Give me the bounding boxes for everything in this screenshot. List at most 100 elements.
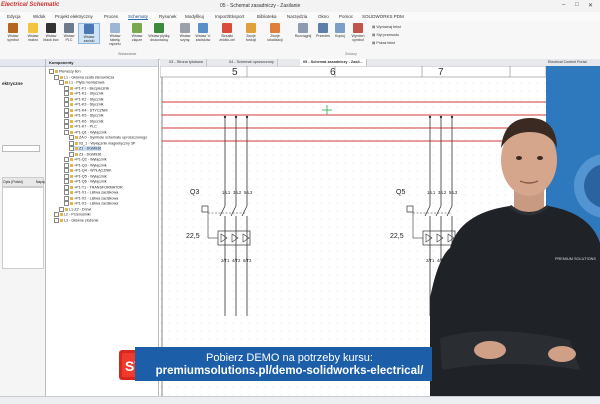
tab-simplified-schematic[interactable]: 04 - Schemat uproszczony: [226, 59, 278, 66]
expand-toggle-icon[interactable]: [64, 113, 69, 118]
expand-toggle-icon[interactable]: [64, 179, 69, 184]
tree-item[interactable]: +P1-Q4 - WYŁĄCZNIK: [64, 168, 112, 173]
insert-terminals-button[interactable]: Wstaw zaciski: [78, 23, 100, 44]
expand-toggle-icon[interactable]: [64, 129, 69, 135]
tree-item[interactable]: +P1-X2 - Listwa zaciskowa: [64, 195, 118, 201]
component-icon: [55, 70, 58, 73]
menu-draw[interactable]: Rysunek: [159, 14, 177, 19]
tree-item[interactable]: Z3 - DGM936: [69, 151, 101, 157]
expand-toggle-icon[interactable]: [69, 140, 74, 146]
menu-process[interactable]: Proces: [104, 14, 118, 19]
insert-n-terminals-button[interactable]: Wstaw 'n' zacisków: [194, 23, 212, 42]
expand-toggle-icon[interactable]: [69, 146, 74, 151]
expand-toggle-icon[interactable]: [64, 96, 69, 102]
expand-toggle-icon[interactable]: [64, 201, 69, 206]
tree-item[interactable]: +P1-K2 - Stycznik: [64, 96, 103, 102]
tree-item[interactable]: +P1-T1 - TRANSFORMATOR: [64, 184, 123, 190]
expand-toggle-icon[interactable]: [49, 69, 54, 74]
menu-help[interactable]: Pomoc: [339, 14, 353, 19]
promo-url[interactable]: premiumsolutions.pl/demo-solidworks-elec…: [147, 365, 432, 377]
location-outline-button[interactable]: Zwoje lokalizacji: [264, 23, 286, 42]
expand-toggle-icon[interactable]: [64, 157, 69, 162]
insert-pcb-button[interactable]: Wstaw płytkę drukowaną: [148, 23, 170, 42]
tree-item[interactable]: L1 - Płyta montażowa: [59, 80, 104, 85]
tree-item[interactable]: Z1 - DGM936: [69, 146, 102, 151]
tree-item[interactable]: +P1-Q3 - Wyłącznik: [64, 162, 107, 168]
tree-item[interactable]: L1 - Główna szafa sterownicza: [54, 74, 114, 80]
insert-macro-button[interactable]: Wstaw makro: [24, 23, 42, 42]
move-button[interactable]: Przenieś: [314, 23, 332, 38]
expand-toggle-icon[interactable]: [64, 162, 69, 168]
menu-schematics[interactable]: Schematy: [128, 14, 149, 20]
insert-symbol-button[interactable]: Wstaw symbol: [4, 23, 22, 42]
expand-toggle-icon[interactable]: [64, 118, 69, 124]
tree-item[interactable]: +P1-K3 - Stycznik: [64, 102, 103, 107]
left-panel-field[interactable]: [2, 145, 40, 152]
copy-button[interactable]: Kopiuj: [331, 23, 349, 38]
align-text-button[interactable]: ▤ Wyrównaj tekst: [372, 25, 401, 29]
menu-pdm[interactable]: SOLIDWORKS PDM: [362, 14, 404, 19]
expand-toggle-icon[interactable]: [54, 212, 59, 217]
tree-item[interactable]: 03_1 - Wyłącznik magnetyczny 3P: [69, 140, 135, 146]
tab-main-schematic[interactable]: 05 - Schemat zasadniczy - Zasil...: [300, 59, 367, 66]
expand-toggle-icon[interactable]: [64, 91, 69, 96]
tree-item[interactable]: +P1-K7 - PLC: [64, 124, 97, 129]
tree-item[interactable]: +P1-K5 - Stycznik: [64, 113, 103, 118]
expand-toggle-icon[interactable]: [69, 151, 74, 157]
insert-connector-button[interactable]: Wstaw złącze: [128, 23, 146, 42]
tree-item[interactable]: +P1-Q6 - Wyłącznik: [64, 179, 107, 184]
tree-item[interactable]: L3 - Główne złożenie: [54, 217, 98, 223]
tree-item[interactable]: +P1-Q1 - Wyłącznik: [64, 129, 107, 135]
expand-toggle-icon[interactable]: [69, 135, 74, 140]
minimize-icon[interactable]: –: [562, 2, 565, 8]
tree-item[interactable]: L2 - Przenośniki: [54, 212, 90, 217]
source-target-arrows-button[interactable]: Strzałki źródło-cel: [216, 23, 238, 42]
menu-library[interactable]: Biblioteka: [257, 14, 277, 19]
tree-item[interactable]: +P1-Q5 - Wyłącznik: [64, 173, 107, 179]
expand-toggle-icon[interactable]: [64, 85, 69, 91]
expand-toggle-icon[interactable]: [54, 217, 59, 223]
expand-toggle-icon[interactable]: [64, 107, 69, 113]
left-panel-table[interactable]: [2, 187, 44, 269]
tree-item[interactable]: +P1-X3 - Listwa zaciskowa: [64, 201, 118, 206]
tree-item[interactable]: +P1-K1 - Stycznik: [64, 91, 103, 96]
maximize-icon[interactable]: □: [575, 2, 579, 8]
stretch-button[interactable]: Rozciągnij: [292, 23, 314, 38]
insert-black-box-button[interactable]: Wstaw black box: [42, 23, 60, 42]
expand-toggle-icon[interactable]: [64, 102, 69, 107]
insert-plc-button[interactable]: Wstaw PLC: [60, 23, 78, 42]
expand-toggle-icon[interactable]: [64, 195, 69, 201]
expand-toggle-icon[interactable]: [64, 168, 69, 173]
tree-item[interactable]: +P1-Q2 - Wyłącznik: [64, 157, 107, 162]
expand-toggle-icon[interactable]: [64, 190, 69, 195]
promo-banner[interactable]: Pobierz DEMO na potrzeby kursu: premiums…: [135, 347, 432, 381]
tab-title-page[interactable]: 03 - Strona tytułowa: [166, 59, 207, 66]
replace-symbol-button[interactable]: Wymień symbol: [348, 23, 368, 42]
menu-tools[interactable]: Narzędzia: [287, 14, 307, 19]
menu-edit[interactable]: Edycja: [7, 14, 21, 19]
menu-view[interactable]: Widok: [33, 14, 46, 19]
wire-style-button[interactable]: ▤ Styl przewodu: [372, 33, 399, 37]
expand-toggle-icon[interactable]: [64, 173, 69, 179]
tree-item[interactable]: +P1-X1 - Listwa zaciskowa: [64, 190, 118, 195]
tree-item[interactable]: +P1-K6 - Stycznik: [64, 118, 103, 124]
menu-import-export[interactable]: Import/Eksport: [215, 14, 244, 19]
tree-item[interactable]: Pierwszy lion: [49, 69, 81, 74]
menu-electrical-project[interactable]: Projekt elektryczny: [55, 14, 93, 19]
insert-rail-button[interactable]: Wstaw szynę: [176, 23, 194, 42]
expand-toggle-icon[interactable]: [54, 74, 59, 80]
menu-window[interactable]: Okno: [318, 14, 329, 19]
expand-toggle-icon[interactable]: [59, 80, 64, 85]
show-text-button[interactable]: ▤ Pokaż tekst: [372, 41, 395, 45]
function-outline-button[interactable]: Zwoje funkcji: [242, 23, 260, 42]
close-icon[interactable]: ✕: [588, 2, 593, 9]
tree-item[interactable]: +P1-K4 - STYCZNIK: [64, 107, 108, 113]
tree-item[interactable]: ZA 0 - Symbole schematu uproszczonego: [69, 135, 147, 140]
insert-report-table-button[interactable]: Wstaw tabelę raportu: [106, 23, 124, 46]
tree-item[interactable]: L1-Z2 - Drzwi: [59, 206, 91, 212]
menu-modify[interactable]: Modyfikuj: [185, 14, 204, 19]
expand-toggle-icon[interactable]: [64, 124, 69, 129]
tree-item[interactable]: +P1-F1 - Bezpiecznik: [64, 85, 109, 91]
expand-toggle-icon[interactable]: [64, 184, 69, 190]
expand-toggle-icon[interactable]: [59, 206, 64, 212]
